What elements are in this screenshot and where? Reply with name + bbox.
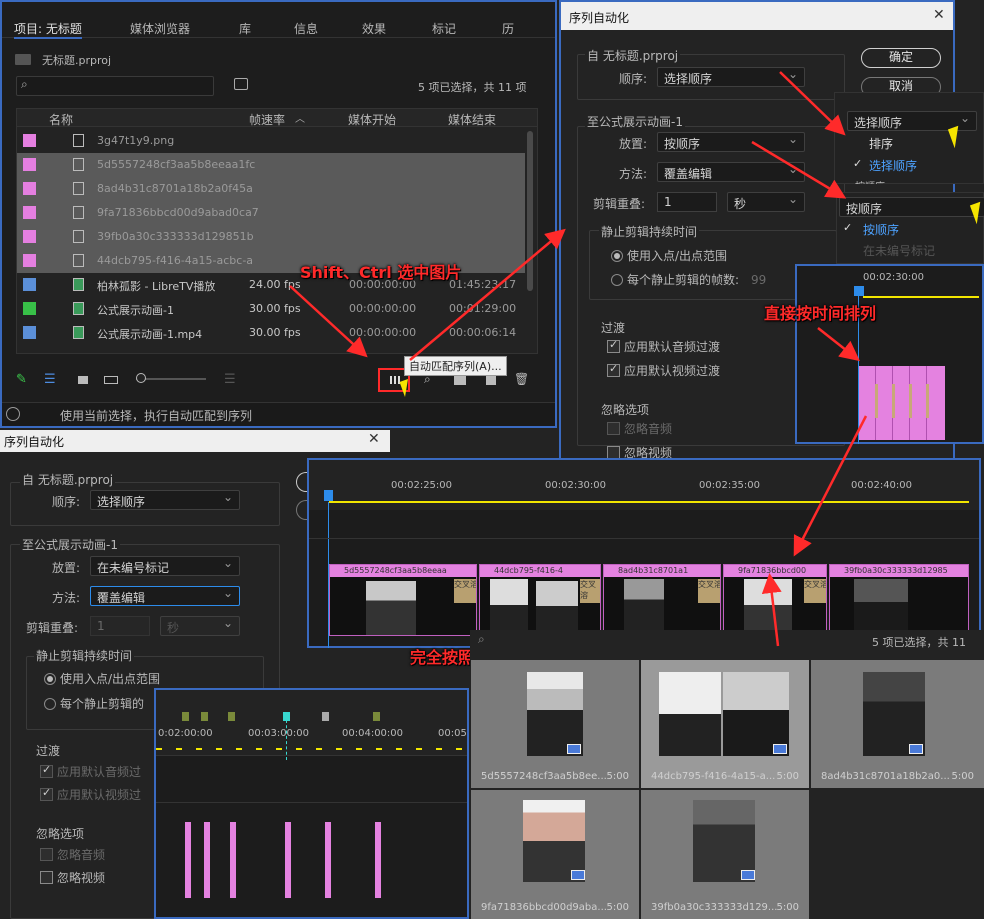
arrow — [779, 71, 846, 136]
arrow — [793, 415, 868, 557]
arrow — [409, 228, 566, 361]
annotation-arrows — [289, 71, 868, 647]
arrow — [751, 140, 847, 199]
arrow — [817, 327, 860, 362]
arrow — [761, 573, 782, 647]
arrow — [289, 285, 368, 358]
